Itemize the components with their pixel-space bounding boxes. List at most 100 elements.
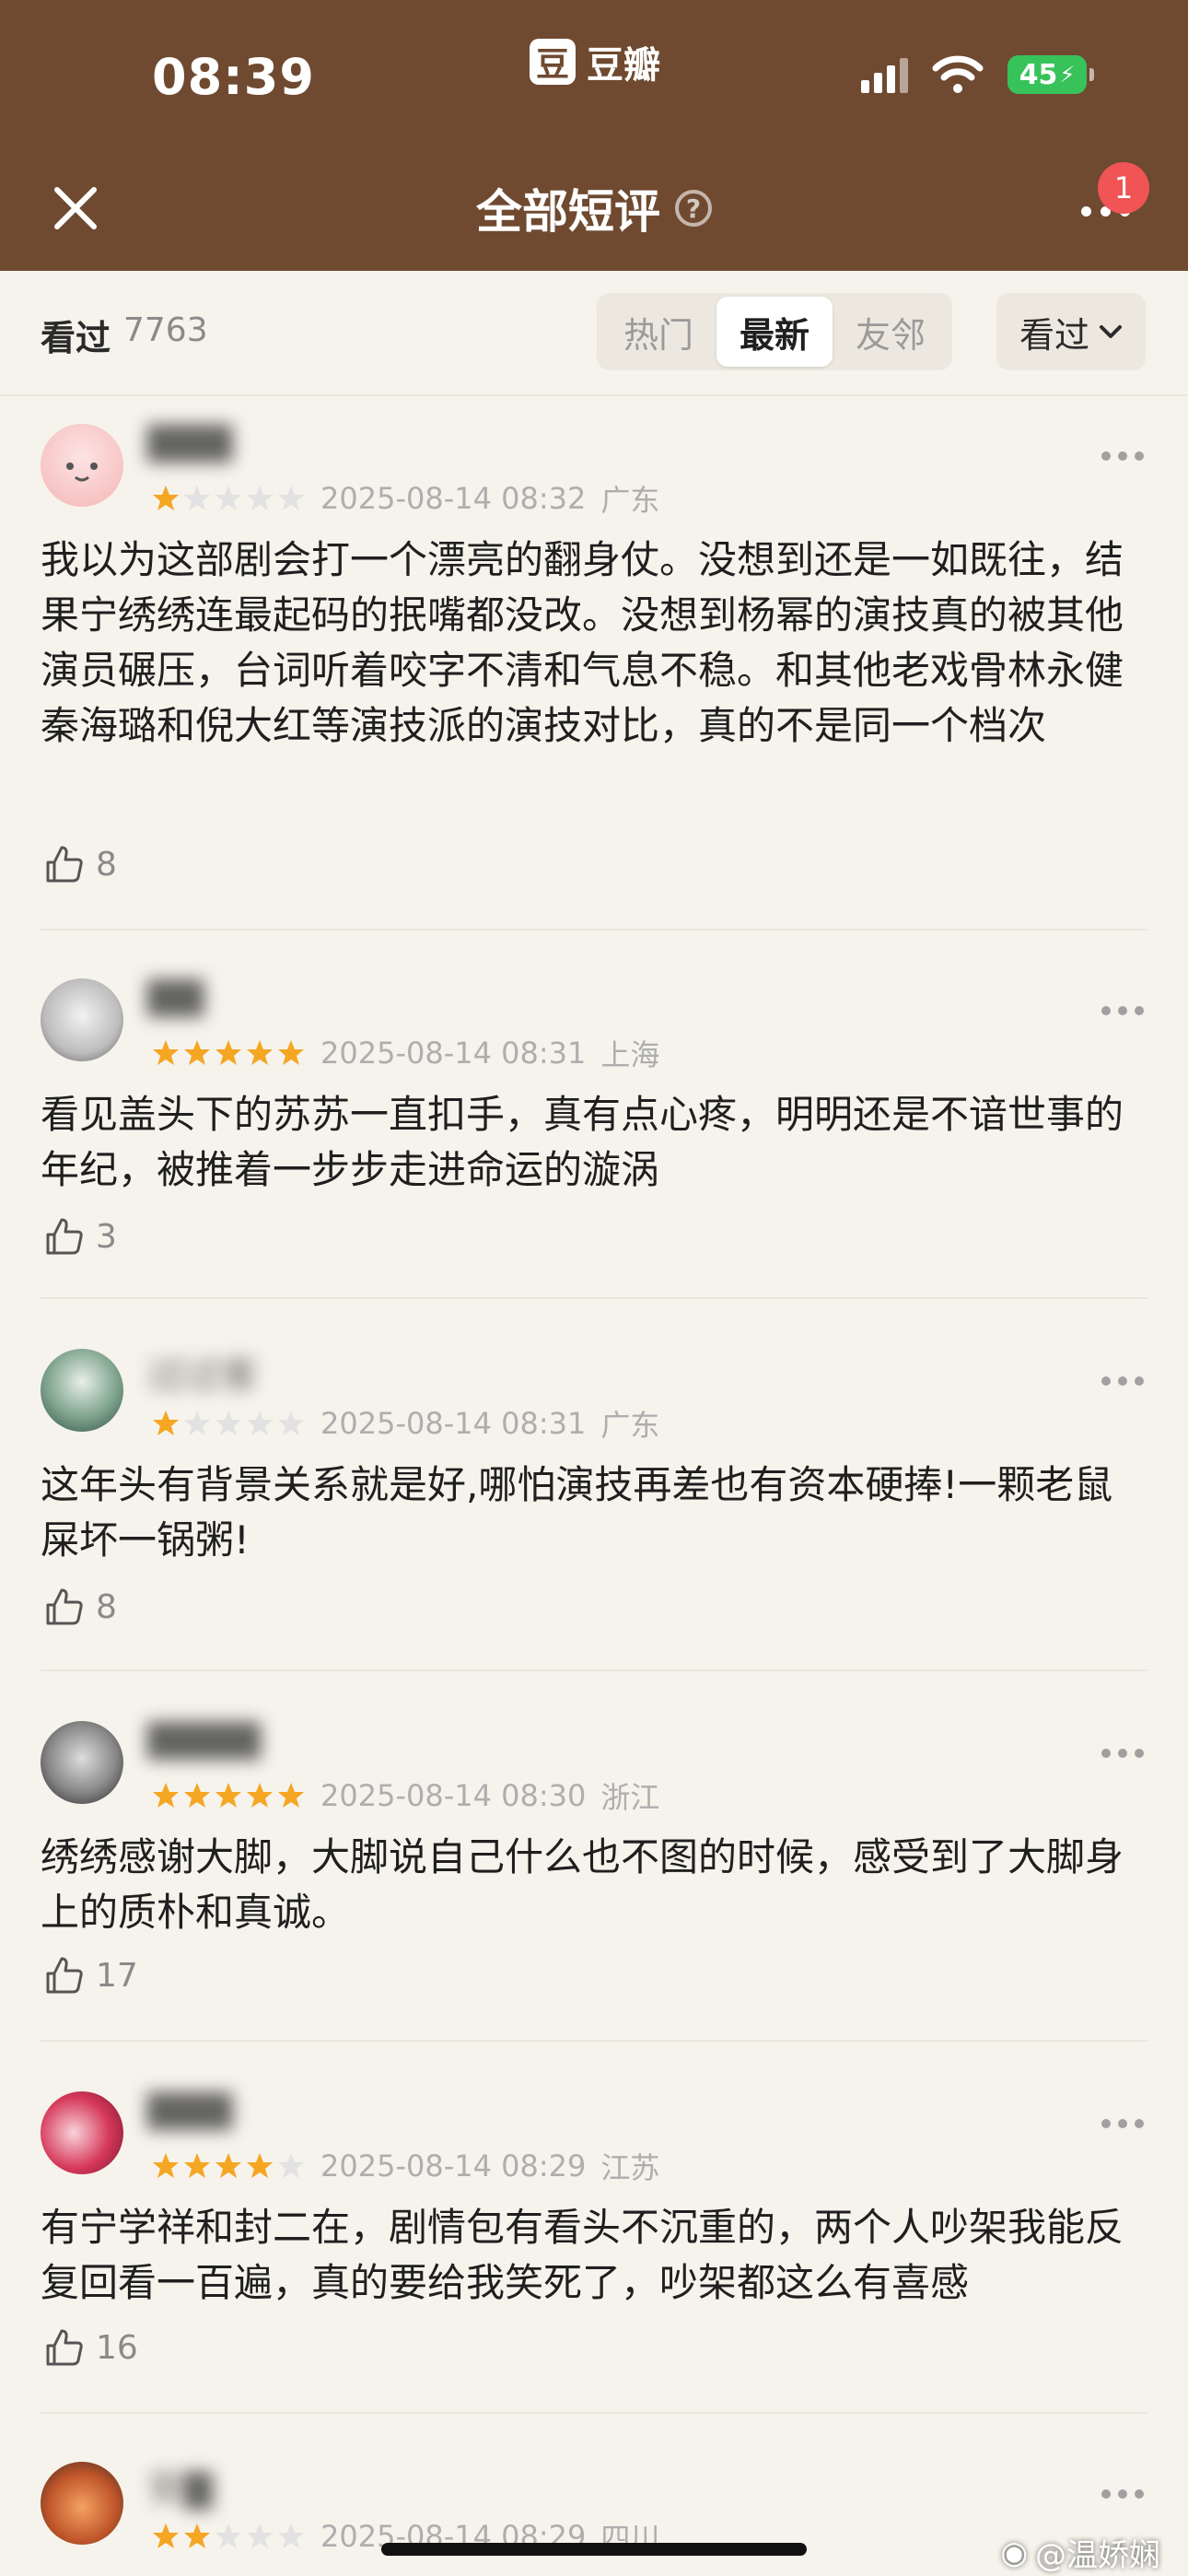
star-filled-icon [184, 1783, 210, 1808]
comment-menu-button[interactable] [1101, 1749, 1144, 1758]
rating-stars [151, 1038, 306, 1068]
avatar[interactable] [41, 2091, 123, 2174]
divider [41, 1297, 1147, 1299]
comment-text: 这年头有背景关系就是好,哪怕演技再差也有资本硬捧!一颗老鼠屎坏一锅粥! [41, 1462, 1113, 1563]
comment-menu-button[interactable] [1101, 2489, 1144, 2499]
wifi-icon [932, 55, 984, 93]
avatar[interactable] [41, 424, 123, 507]
app-badge: 豆 豆瓣 [530, 35, 660, 88]
watched-filter-dropdown[interactable]: 看过 [996, 293, 1146, 370]
like-button[interactable]: 8 [44, 844, 117, 884]
like-button[interactable]: 17 [44, 1955, 138, 1996]
star-filled-icon [247, 1040, 273, 1065]
star-filled-icon [247, 1783, 273, 1808]
comment-item: ▇▇▇ 2025-08-14 08:29 江苏 有宁学祥和封二在，剧情包有看头不… [0, 2077, 1188, 2414]
weibo-logo-icon: ◉ [1000, 2534, 1028, 2571]
comment-text: 绣绣感谢大脚，大脚说自己什么也不图的时候，感受到了大脚身上的质朴和真诚。 [41, 1834, 1124, 1935]
comment-date: 2025-08-14 08:31 [320, 1406, 587, 1441]
divider [41, 2412, 1147, 2414]
like-button[interactable]: 16 [44, 2327, 138, 2368]
avatar[interactable] [41, 978, 123, 1061]
comment-menu-button[interactable] [1101, 1376, 1144, 1386]
avatar[interactable] [41, 1349, 123, 1432]
star-empty-icon [278, 2523, 304, 2548]
star-empty-icon [278, 486, 304, 510]
comment-location: 浙江 [600, 1780, 660, 1815]
like-button[interactable]: 3 [44, 1216, 117, 1257]
cellular-signal-icon [861, 56, 908, 93]
battery-level: 45 [1019, 58, 1058, 91]
dropdown-label: 看过 [1019, 314, 1089, 356]
star-filled-icon [153, 486, 179, 510]
comment-location: 广东 [600, 1408, 660, 1443]
avatar[interactable] [41, 2462, 123, 2545]
comment-meta: 2025-08-14 08:30 浙江 [151, 1774, 659, 1817]
star-empty-icon [215, 1411, 241, 1435]
like-button[interactable]: 8 [44, 1587, 117, 1627]
comment-item: ▇▇▇ 2025-08-14 08:32 广东 我以为这部剧会打一个漂亮的翻身仗… [0, 409, 1188, 931]
thumbs-up-icon [46, 1588, 83, 1625]
star-filled-icon [184, 1040, 210, 1065]
comment-menu-button[interactable] [1101, 1006, 1144, 1015]
rating-stars [151, 1409, 306, 1438]
watermark-text: @温娇娴 [1035, 2537, 1160, 2574]
star-empty-icon [184, 1411, 210, 1435]
star-empty-icon [278, 2153, 304, 2178]
star-filled-icon [215, 1783, 241, 1808]
home-indicator[interactable] [381, 2543, 807, 2556]
thumbs-up-icon [46, 1218, 83, 1255]
comment-date: 2025-08-14 08:32 [320, 481, 587, 516]
thumbs-up-icon [46, 846, 83, 883]
status-time: 08:39 [152, 48, 315, 106]
comment-item: ▇▇▇▇ 2025-08-14 08:30 浙江 绣绣感谢大脚，大脚说自己什么也… [0, 1706, 1188, 2042]
username[interactable]: ▇▇▇▇ [147, 1717, 261, 1760]
watched-count: 7763 [123, 311, 208, 349]
username[interactable]: 过过客 [147, 1345, 258, 1399]
comment-text: 我以为这部剧会打一个漂亮的翻身仗。没想到还是一如既往，结果宁绣绣连最起码的抿嘴都… [41, 537, 1124, 748]
app-name: 豆瓣 [587, 44, 660, 87]
comment-menu-button[interactable] [1101, 2119, 1144, 2128]
username[interactable]: ▇▇ [147, 975, 204, 1017]
comment-meta: 2025-08-14 08:29 江苏 [151, 2145, 659, 2187]
comment-text: 有宁学祥和封二在，剧情包有看头不沉重的，两个人吵架我能反复回看一百遍，真的要给我… [41, 2205, 1124, 2305]
like-count: 16 [96, 2328, 138, 2367]
comment-text: 看见盖头下的苏苏一直扣手，真有点心疼，明明还是不谙世事的年纪，被推着一步步走进命… [41, 1092, 1124, 1192]
watermark: ◉ @温娇娴 [1000, 2530, 1160, 2575]
chevron-down-icon [1100, 325, 1122, 338]
page-title: 全部短评 [476, 185, 660, 239]
like-count: 8 [96, 845, 117, 884]
comment-location: 广东 [600, 483, 660, 518]
rating-stars [151, 484, 306, 513]
tab-latest[interactable]: 最新 [716, 297, 833, 367]
star-filled-icon [184, 2153, 210, 2178]
comment-date: 2025-08-14 08:31 [320, 1036, 587, 1071]
username[interactable]: 安▇ [147, 2458, 213, 2512]
battery-icon: 45 ⚡ [1007, 55, 1094, 94]
help-icon[interactable]: ? [675, 190, 712, 227]
avatar[interactable] [41, 1721, 123, 1804]
star-empty-icon [278, 1411, 304, 1435]
star-filled-icon [153, 2153, 179, 2178]
tab-friends[interactable]: 友邻 [833, 297, 949, 367]
tab-hot[interactable]: 热门 [600, 297, 716, 367]
comment-date: 2025-08-14 08:30 [320, 1778, 587, 1813]
rating-stars [151, 2522, 306, 2551]
comment-item: 过过客 2025-08-14 08:31 广东 这年头有背景关系就是好,哪怕演技… [0, 1334, 1188, 1671]
star-empty-icon [184, 486, 210, 510]
rating-stars [151, 1781, 306, 1810]
comment-item: ▇▇ 2025-08-14 08:31 上海 看见盖头下的苏苏一直扣手，真有点心… [0, 964, 1188, 1299]
comment-meta: 2025-08-14 08:31 广东 [151, 1402, 659, 1445]
username[interactable]: ▇▇▇ [147, 420, 232, 463]
more-dot-icon [1080, 205, 1091, 217]
username[interactable]: ▇▇▇ [147, 2088, 232, 2130]
star-empty-icon [247, 486, 273, 510]
comment-date: 2025-08-14 08:29 [320, 2149, 587, 2184]
comment-meta: 2025-08-14 08:31 上海 [151, 1032, 659, 1074]
star-filled-icon [215, 1040, 241, 1065]
thumbs-up-icon [46, 2329, 83, 2366]
star-filled-icon [153, 1783, 179, 1808]
like-count: 17 [96, 1956, 138, 1995]
comment-menu-button[interactable] [1101, 451, 1144, 461]
top-header: 08:39 豆 豆瓣 45 ⚡ 全部短评 ? 1 [0, 0, 1188, 271]
douban-logo-icon: 豆 [530, 39, 576, 85]
